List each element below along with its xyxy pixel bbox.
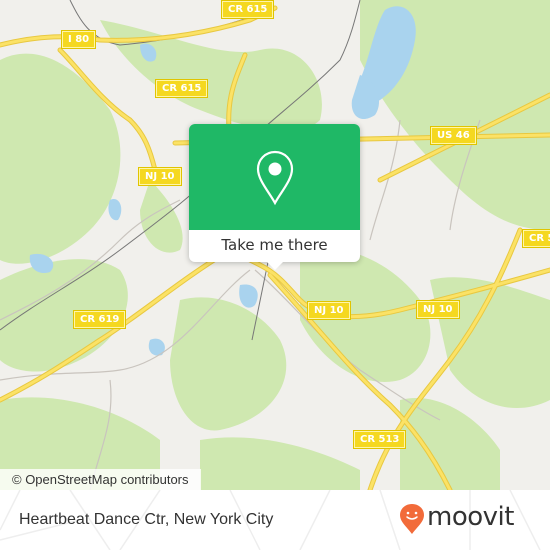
road-shield-i80: I 80 [60, 30, 97, 49]
road-shield-cr615: CR 615 [220, 0, 275, 19]
popup-pointer [267, 262, 283, 270]
road-shield-cr615: CR 615 [154, 79, 209, 98]
moovit-logo-text: moovit [427, 502, 514, 532]
take-me-there-button[interactable]: Take me there [189, 230, 360, 262]
road-shield-us46: US 46 [430, 126, 477, 145]
road-shield-cr513: CR 513 [352, 430, 407, 449]
road-shield-cr619: CR 619 [72, 310, 127, 329]
road-shield-cr5: CR 5 [521, 229, 550, 248]
road-shield-nj10: NJ 10 [307, 301, 351, 320]
location-popup[interactable]: Take me there [189, 124, 360, 270]
popup-header[interactable] [189, 124, 360, 230]
place-name: Heartbeat Dance Ctr, New York City [19, 511, 274, 528]
moovit-logo-icon [400, 504, 424, 534]
map-attribution[interactable]: © OpenStreetMap contributors [0, 469, 201, 490]
footer-bar: Heartbeat Dance Ctr, New York City moovi… [0, 490, 550, 550]
road-shield-nj10: NJ 10 [138, 167, 182, 186]
map-pin-icon [256, 150, 294, 206]
map-view[interactable]: I 80 CR 615 CR 615 US 46 NJ 10 CR 5 CR 6… [0, 0, 550, 490]
road-shield-nj10: NJ 10 [416, 300, 460, 319]
